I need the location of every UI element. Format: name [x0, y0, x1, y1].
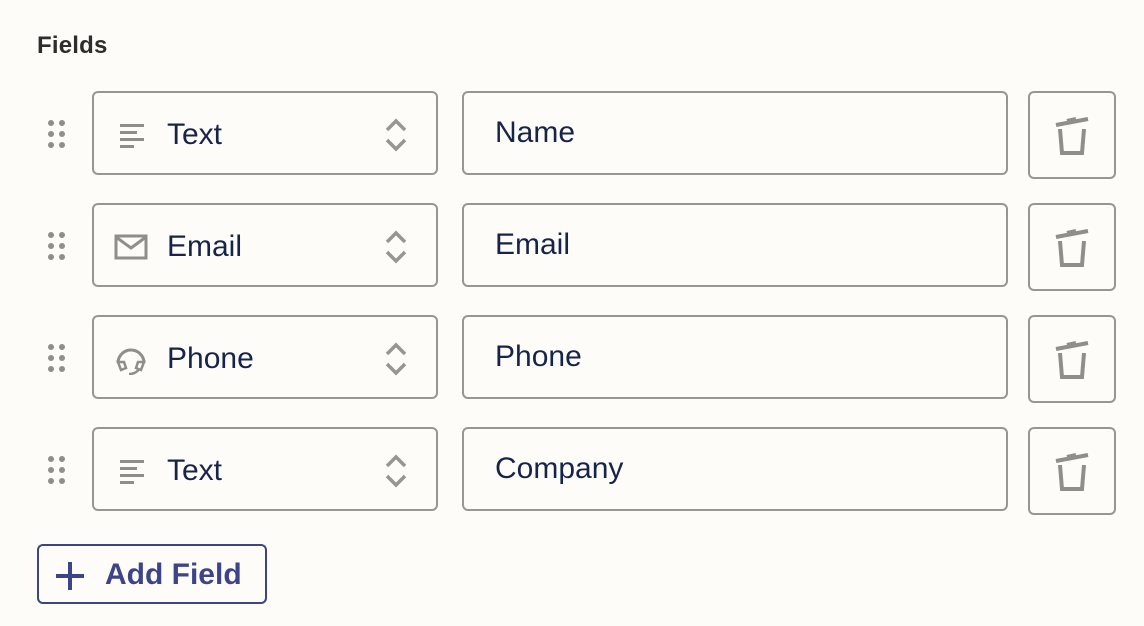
field-row: Email: [0, 203, 1144, 291]
drag-handle-icon[interactable]: [48, 232, 68, 262]
field-row: Text: [0, 91, 1144, 179]
field-type-select[interactable]: Text: [92, 427, 438, 511]
field-name-input[interactable]: [462, 427, 1008, 511]
field-name-input[interactable]: [462, 203, 1008, 287]
trash-icon: [1055, 341, 1089, 379]
delete-field-button[interactable]: [1028, 427, 1116, 515]
add-field-button[interactable]: Add Field: [37, 544, 267, 604]
field-type-label: Phone: [167, 342, 254, 375]
trash-icon: [1055, 117, 1089, 155]
trash-icon: [1055, 229, 1089, 267]
fields-editor: Fields Text Name Email Email Phone Phone…: [0, 0, 1144, 626]
chevron-updown-icon: [385, 454, 407, 488]
chevron-updown-icon: [385, 118, 407, 152]
trash-icon: [1055, 453, 1089, 491]
text-lines-icon: [120, 460, 144, 484]
field-type-select[interactable]: Phone: [92, 315, 438, 399]
headset-icon: [116, 348, 146, 375]
delete-field-button[interactable]: [1028, 91, 1116, 179]
field-type-select[interactable]: Text: [92, 91, 438, 175]
section-title: Fields: [37, 32, 108, 59]
text-lines-icon: [120, 124, 144, 148]
field-row: Text: [0, 427, 1144, 515]
field-row: Phone: [0, 315, 1144, 403]
add-field-label: Add Field: [105, 558, 242, 591]
plus-icon: [56, 562, 84, 590]
drag-handle-icon[interactable]: [48, 344, 68, 374]
drag-handle-icon[interactable]: [48, 456, 68, 486]
drag-handle-icon[interactable]: [48, 120, 68, 150]
chevron-updown-icon: [385, 342, 407, 376]
field-type-label: Text: [167, 454, 223, 487]
field-type-select[interactable]: Email: [92, 203, 438, 287]
field-type-label: Text: [167, 118, 223, 151]
field-name-input[interactable]: [462, 315, 1008, 399]
field-name-input[interactable]: [462, 91, 1008, 175]
delete-field-button[interactable]: [1028, 315, 1116, 403]
delete-field-button[interactable]: [1028, 203, 1116, 291]
field-type-label: Email: [167, 230, 243, 263]
envelope-icon: [114, 234, 148, 260]
chevron-updown-icon: [385, 230, 407, 264]
